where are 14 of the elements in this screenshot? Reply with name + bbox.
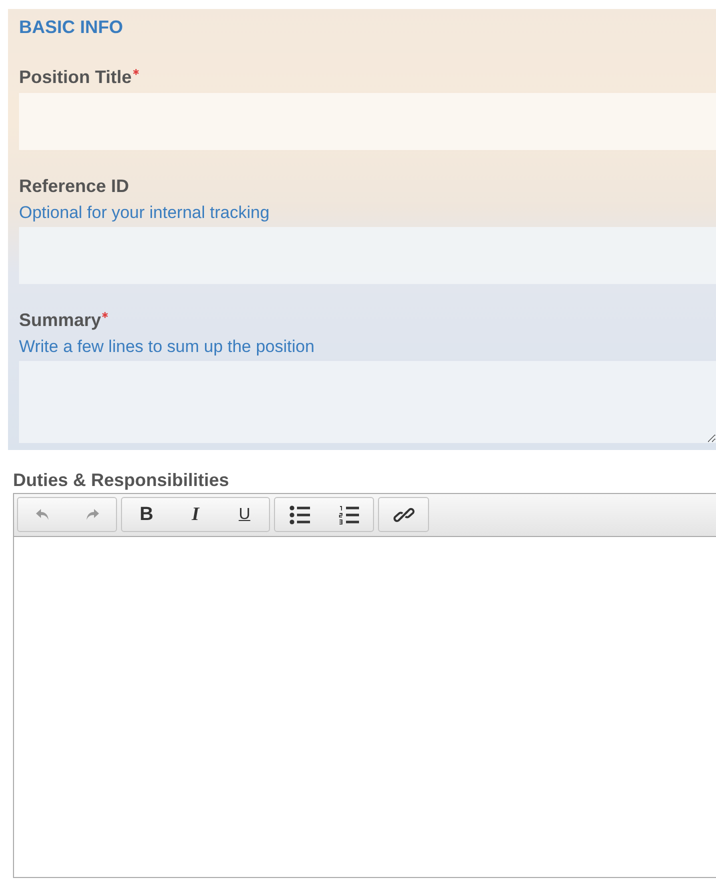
field-label: Summary (19, 309, 102, 332)
editor-label: Duties & Responsibilities (13, 469, 230, 492)
underline-button[interactable]: U (220, 498, 269, 531)
field-hint: Optional for your internal tracking (19, 202, 270, 224)
undo-arrow-icon (34, 508, 50, 522)
bold-button[interactable]: B (122, 498, 171, 531)
numbered-list-icon (338, 504, 360, 524)
field-label: Reference ID (19, 175, 130, 198)
redo-arrow-icon (84, 508, 100, 522)
field-label: Position Title (19, 66, 132, 89)
italic-button[interactable]: I (171, 498, 220, 531)
section-title: BASIC INFO (19, 16, 124, 39)
field-hint: Write a few lines to sum up the position (19, 336, 316, 358)
bullet-list-icon (288, 504, 310, 524)
